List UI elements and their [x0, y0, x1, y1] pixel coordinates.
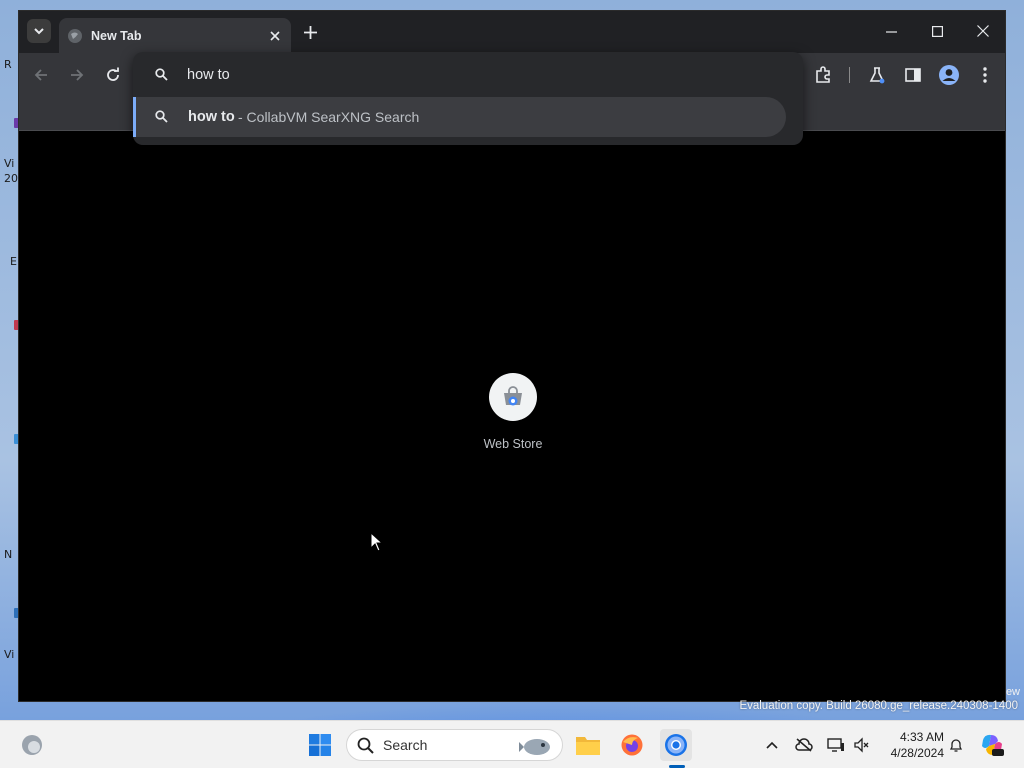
widgets-icon [22, 735, 42, 755]
taskbar-search[interactable]: Search [346, 729, 563, 761]
firefox-button[interactable] [616, 729, 648, 761]
file-explorer-button[interactable] [572, 729, 604, 761]
chrome-button[interactable] [660, 729, 692, 761]
side-panel-icon [905, 68, 921, 82]
search-icon [357, 737, 374, 754]
back-button[interactable] [29, 63, 53, 87]
volume-button[interactable] [852, 735, 872, 755]
kebab-menu-icon [983, 67, 987, 83]
clock-time: 4:33 AM [899, 730, 944, 744]
close-icon [270, 30, 280, 41]
copilot-icon [982, 734, 1004, 756]
watermark-fragment: ew [1005, 686, 1020, 698]
profile-button[interactable] [937, 63, 961, 87]
omnibox-popup: how to - CollabVM SearXNG Search [133, 52, 803, 145]
desktop-icon-label[interactable]: E [10, 255, 17, 268]
extensions-button[interactable] [811, 63, 835, 87]
copilot-button[interactable] [976, 729, 1008, 761]
globe-icon [68, 28, 82, 43]
onedrive-button[interactable] [794, 735, 814, 755]
maximize-icon [931, 25, 943, 37]
title-bar: New Tab [19, 11, 1005, 53]
clock-date: 4/28/2024 [890, 746, 944, 760]
desktop-icon-label[interactable]: 20 [4, 172, 18, 185]
arrow-left-icon [34, 69, 47, 81]
tab-search-button[interactable] [27, 19, 51, 43]
shortcut-tile [489, 373, 537, 421]
desktop-icon-label[interactable]: Vi [4, 157, 14, 170]
puzzle-icon [816, 66, 830, 83]
omnibox-input[interactable] [187, 64, 767, 86]
web-store-icon [504, 386, 522, 406]
start-button[interactable] [304, 729, 336, 761]
close-window-button[interactable] [960, 11, 1005, 51]
minimize-icon [885, 30, 897, 33]
reload-button[interactable] [101, 63, 125, 87]
desktop-icon-label[interactable]: Vi [4, 648, 14, 661]
arrow-right-icon [71, 69, 84, 81]
toolbar-separator [849, 67, 850, 83]
notifications-button[interactable] [946, 735, 966, 755]
labs-button[interactable] [865, 63, 889, 87]
bell-icon [949, 739, 963, 752]
suggestion-engine: - CollabVM SearXNG Search [238, 109, 420, 125]
browser-window: New Tab how to how to - CollabVM SearXNG… [18, 10, 1006, 702]
tab-new-tab[interactable]: New Tab [59, 18, 291, 53]
search-highlight-icon [519, 739, 550, 755]
shortcut-label: Web Store [483, 437, 543, 451]
chevron-up-icon [766, 741, 778, 749]
desktop-icon-label[interactable]: R [4, 58, 12, 71]
suggestion-query: how to [188, 109, 235, 125]
reload-icon [107, 67, 119, 81]
mouse-cursor-icon [370, 532, 384, 552]
chrome-icon [665, 734, 687, 756]
volume-muted-icon [854, 737, 869, 753]
menu-button[interactable] [973, 63, 997, 87]
taskbar: Search 4:33 AM 4/28/2024 [0, 720, 1024, 768]
desktop-icon-label[interactable]: N [4, 548, 12, 561]
forward-button[interactable] [65, 63, 89, 87]
search-label: Search [383, 737, 428, 753]
flask-icon [869, 67, 885, 84]
search-icon [155, 68, 168, 81]
windows-logo-icon [309, 734, 331, 756]
evaluation-watermark: Evaluation copy. Build 26080.ge_release.… [739, 700, 1018, 712]
omnibox-suggestion[interactable]: how to - CollabVM SearXNG Search [133, 97, 786, 137]
folder-icon [576, 737, 600, 755]
desktop-icons-strip: R Vi 20 E N Vi [0, 0, 20, 720]
minimize-button[interactable] [868, 11, 914, 51]
plus-icon [303, 25, 317, 39]
close-icon [977, 25, 989, 37]
shortcut-web-store[interactable]: Web Store [475, 373, 551, 463]
network-button[interactable] [826, 735, 846, 755]
tab-title: New Tab [91, 28, 142, 43]
maximize-button[interactable] [914, 11, 960, 51]
omnibox [133, 52, 803, 96]
search-icon [155, 110, 168, 123]
firefox-icon [621, 734, 643, 756]
tab-close-button[interactable] [267, 28, 283, 44]
system-clock[interactable]: 4:33 AM 4/28/2024 [878, 729, 944, 761]
show-hidden-icons-button[interactable] [762, 735, 782, 755]
cloud-offline-icon [795, 738, 813, 752]
side-panel-button[interactable] [901, 63, 925, 87]
network-icon [827, 738, 844, 752]
avatar-icon [939, 65, 959, 85]
chevron-down-icon [34, 28, 44, 35]
widgets-button[interactable] [16, 729, 48, 761]
new-tab-button[interactable] [299, 21, 321, 43]
